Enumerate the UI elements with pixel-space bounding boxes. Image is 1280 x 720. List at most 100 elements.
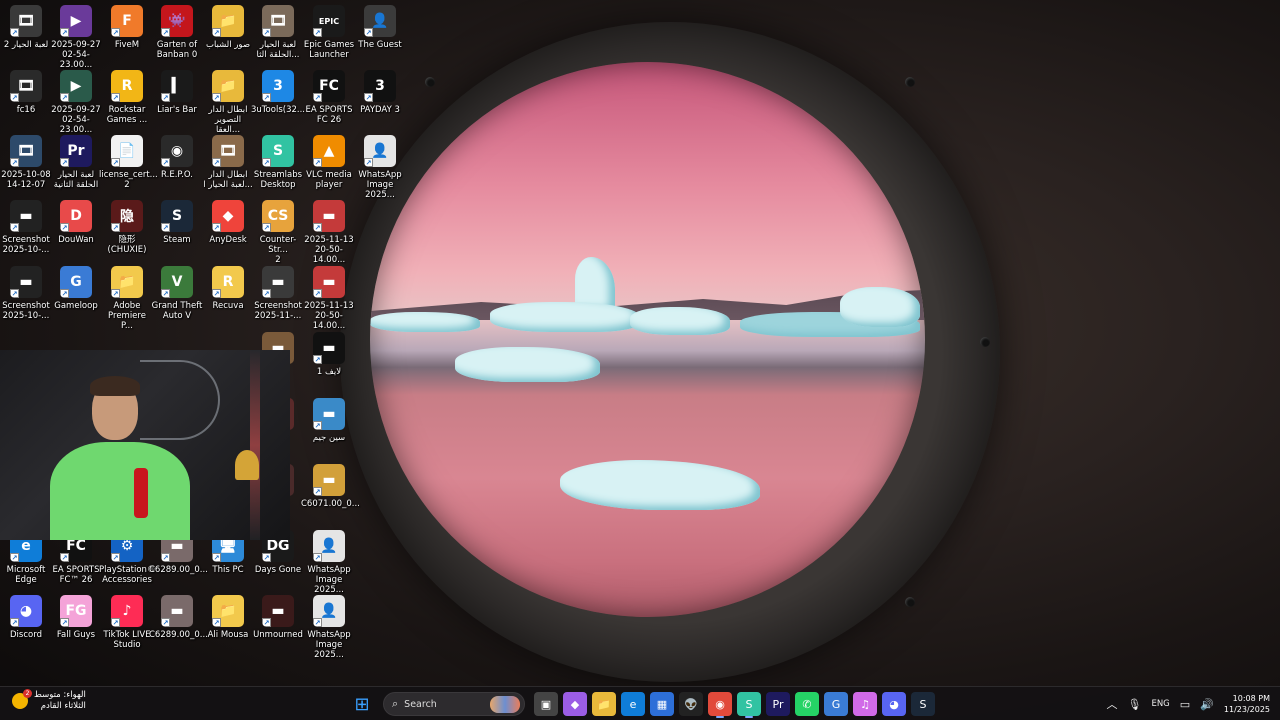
desktop-icon[interactable]: ▶ ↗ 2025-09-27 02-54-23.00... bbox=[50, 5, 102, 70]
desktop-icon[interactable]: S ↗ Steam bbox=[151, 200, 203, 245]
desktop-icon-label: WhatsApp Image 2025... bbox=[358, 170, 402, 200]
desktop-icon[interactable]: CS ↗ Counter-Str... 2 bbox=[252, 200, 304, 265]
app-icon: R ↗ bbox=[212, 266, 244, 298]
desktop-icon[interactable]: D ↗ DouWan bbox=[50, 200, 102, 245]
desktop-icon[interactable]: 🎞 ↗ لعبة الحيار الحلقة الثا... bbox=[252, 5, 304, 60]
language-indicator[interactable]: ENG bbox=[1151, 699, 1169, 709]
desktop-icon[interactable]: ◆ ↗ AnyDesk bbox=[202, 200, 254, 245]
shortcut-arrow-icon: ↗ bbox=[60, 289, 69, 298]
desktop-icon-label: Discord bbox=[10, 630, 42, 640]
desktop-icon[interactable]: 👤 ↗ WhatsApp Image 2025... bbox=[303, 595, 355, 660]
desktop-icon[interactable]: ▬ ↗ C6071.00_0... bbox=[301, 464, 360, 509]
desktop-icon[interactable]: ▲ ↗ VLC media player bbox=[303, 135, 355, 190]
desktop-icon[interactable]: 📁 ↗ Ali Mousa bbox=[202, 595, 254, 640]
desktop-icon[interactable]: ♪ ↗ TikTok LIVE Studio bbox=[101, 595, 153, 650]
desktop-icon-label: Recuva bbox=[212, 301, 244, 311]
microphone-icon[interactable]: 🎙 bbox=[1127, 698, 1141, 711]
desktop-icon[interactable]: FG ↗ Fall Guys bbox=[50, 595, 102, 640]
volume-icon[interactable]: 🔊 bbox=[1200, 698, 1214, 711]
desktop-icon[interactable]: 👤 ↗ The Guest bbox=[354, 5, 406, 50]
shortcut-arrow-icon: ↗ bbox=[111, 28, 120, 37]
desktop-icon[interactable]: 🎞 ↗ ابطال الدار لعبة الحيار ا... bbox=[202, 135, 254, 190]
taskbar-store-icon[interactable]: ▦ bbox=[650, 692, 674, 716]
desktop-icon[interactable]: S ↗ Streamlabs Desktop bbox=[252, 135, 304, 190]
taskbar-alienware-icon[interactable]: 👽 bbox=[679, 692, 703, 716]
desktop-icon[interactable]: ◉ ↗ R.E.P.O. bbox=[151, 135, 203, 180]
desktop-icon-label: The Guest bbox=[358, 40, 402, 50]
desktop-icon[interactable]: 🎞 ↗ 2025-10-08 14-12-07 bbox=[0, 135, 52, 190]
desktop-icon-label: Adobe Premiere P... bbox=[108, 301, 146, 331]
desktop-icon[interactable]: 3 ↗ PAYDAY 3 bbox=[354, 70, 406, 115]
clock[interactable]: 10:08 PM 11/23/2025 bbox=[1224, 693, 1270, 715]
desktop-icon[interactable]: Pr ↗ لعبة الحيار الحلقة الثانية bbox=[50, 135, 102, 190]
weather-widget[interactable]: 2 الهواء: متوسط الثلاثاء القادم bbox=[12, 689, 86, 712]
shortcut-arrow-icon: ↗ bbox=[212, 618, 221, 627]
desktop-icon-label: C6289.00_0... bbox=[149, 565, 208, 575]
desktop-icon[interactable]: V ↗ Grand Theft Auto V bbox=[151, 266, 203, 321]
desktop-icon[interactable]: ◕ ↗ Discord bbox=[0, 595, 52, 640]
taskbar-itunes-icon[interactable]: ♫ bbox=[853, 692, 877, 716]
system-tray: ︿ 🎙 ENG ▭ 🔊 10:08 PM 11/23/2025 bbox=[1106, 690, 1270, 718]
taskbar-start-icon[interactable]: ⊞ bbox=[350, 692, 374, 716]
desktop-icon[interactable]: ▬ ↗ Unmourned bbox=[252, 595, 304, 640]
desktop-icon[interactable]: F ↗ FiveM bbox=[101, 5, 153, 50]
desktop-icon[interactable]: G ↗ Gameloop bbox=[50, 266, 102, 311]
taskbar-steam-icon[interactable]: S bbox=[911, 692, 935, 716]
desktop-icon[interactable]: 📁 ↗ Adobe Premiere P... bbox=[101, 266, 153, 331]
desktop-icon[interactable]: 📁 ↗ ابطال الدار التصوير العقا... bbox=[202, 70, 254, 135]
app-icon: ▲ ↗ bbox=[313, 135, 345, 167]
desktop-icon[interactable]: 📄 ↗ license_cert... 2 bbox=[99, 135, 158, 190]
desktop-icon[interactable]: 👤 ↗ WhatsApp Image 2025... bbox=[303, 530, 355, 595]
desktop-icon[interactable]: ▬ ↗ 2025-11-13 20-50-14.00... bbox=[303, 266, 355, 331]
taskbar-whatsapp-icon[interactable]: ✆ bbox=[795, 692, 819, 716]
shortcut-arrow-icon: ↗ bbox=[262, 618, 271, 627]
desktop-icon[interactable]: ▬ ↗ Screenshot 2025-10-... bbox=[0, 266, 52, 321]
desktop-icon[interactable]: 🎞 ↗ لعبة الحيار 2 bbox=[0, 5, 52, 50]
taskbar-edge-icon[interactable]: e bbox=[621, 692, 645, 716]
chevron-up-icon[interactable]: ︿ bbox=[1106, 696, 1117, 712]
desktop-icon[interactable]: 👾 ↗ Garten of Banban 0 bbox=[151, 5, 203, 60]
desktop-icon-label: صور الشباب bbox=[205, 40, 251, 50]
desktop-icon[interactable]: ▬ ↗ لايف 1 bbox=[303, 332, 355, 377]
shortcut-arrow-icon: ↗ bbox=[161, 553, 170, 562]
taskbar-gameloop-icon[interactable]: G bbox=[824, 692, 848, 716]
desktop-icon[interactable]: ▬ ↗ 2025-11-13 20-50-14.00... bbox=[303, 200, 355, 265]
taskbar-streamlabs-icon[interactable]: S bbox=[737, 692, 761, 718]
desktop-icon-label: FiveM bbox=[114, 40, 140, 50]
app-icon: ▶ ↗ bbox=[60, 5, 92, 37]
taskbar-discord-icon[interactable]: ◕ bbox=[882, 692, 906, 716]
desktop-icon[interactable]: R ↗ Rockstar Games ... bbox=[101, 70, 153, 125]
desktop-icon[interactable]: ▬ ↗ C6289.00_0... bbox=[149, 595, 208, 640]
shortcut-arrow-icon: ↗ bbox=[111, 289, 120, 298]
taskbar-premiere-icon[interactable]: Pr bbox=[766, 692, 790, 716]
desktop-icon[interactable]: 📁 ↗ صور الشباب bbox=[202, 5, 254, 50]
desktop-icon[interactable]: FC ↗ EA SPORTS FC 26 bbox=[303, 70, 355, 125]
app-icon: 👤 ↗ bbox=[313, 595, 345, 627]
shortcut-arrow-icon: ↗ bbox=[313, 487, 322, 496]
shortcut-arrow-icon: ↗ bbox=[212, 223, 221, 232]
shortcut-arrow-icon: ↗ bbox=[161, 28, 170, 37]
desktop-icon[interactable]: R ↗ Recuva bbox=[202, 266, 254, 311]
desktop-icon[interactable]: 3 ↗ 3uTools(32... bbox=[251, 70, 305, 115]
taskbar-task-view-icon[interactable]: ▣ bbox=[534, 692, 558, 716]
desktop-icon[interactable]: 隐 ↗ 隐形 (CHUXIE) bbox=[101, 200, 153, 255]
taskbar-search-box[interactable]: ⌕ Search bbox=[383, 692, 525, 716]
desktop-icon[interactable]: 🎞 ↗ fc16 bbox=[0, 70, 52, 115]
desktop-icon-label: Streamlabs Desktop bbox=[253, 170, 303, 190]
desktop-icon[interactable]: ▍ ↗ Liar's Bar bbox=[151, 70, 203, 115]
taskbar-chrome-icon[interactable]: ◉ bbox=[708, 692, 732, 718]
desktop-icon[interactable]: ▬ ↗ Screenshot 2025-11-... bbox=[252, 266, 304, 321]
desktop-icon[interactable]: ▬ ↗ سين جيم bbox=[303, 398, 355, 443]
taskbar-file-explorer-icon[interactable]: 📁 bbox=[592, 692, 616, 716]
desktop-icon[interactable]: 👤 ↗ WhatsApp Image 2025... bbox=[354, 135, 406, 200]
desktop-icon-label: Steam bbox=[163, 235, 191, 245]
app-icon: V ↗ bbox=[161, 266, 193, 298]
shortcut-arrow-icon: ↗ bbox=[313, 158, 322, 167]
desktop-icon[interactable]: EPIC ↗ Epic Games Launcher bbox=[303, 5, 355, 60]
network-icon[interactable]: ▭ bbox=[1180, 698, 1190, 711]
desktop-icon[interactable]: ▬ ↗ Screenshot 2025-10-... bbox=[0, 200, 52, 255]
taskbar-copilot-icon[interactable]: ◆ bbox=[563, 692, 587, 716]
shortcut-arrow-icon: ↗ bbox=[313, 93, 322, 102]
shortcut-arrow-icon: ↗ bbox=[60, 28, 69, 37]
desktop-icon[interactable]: ▶ ↗ 2025-09-27 02-54-23.00... bbox=[50, 70, 102, 135]
